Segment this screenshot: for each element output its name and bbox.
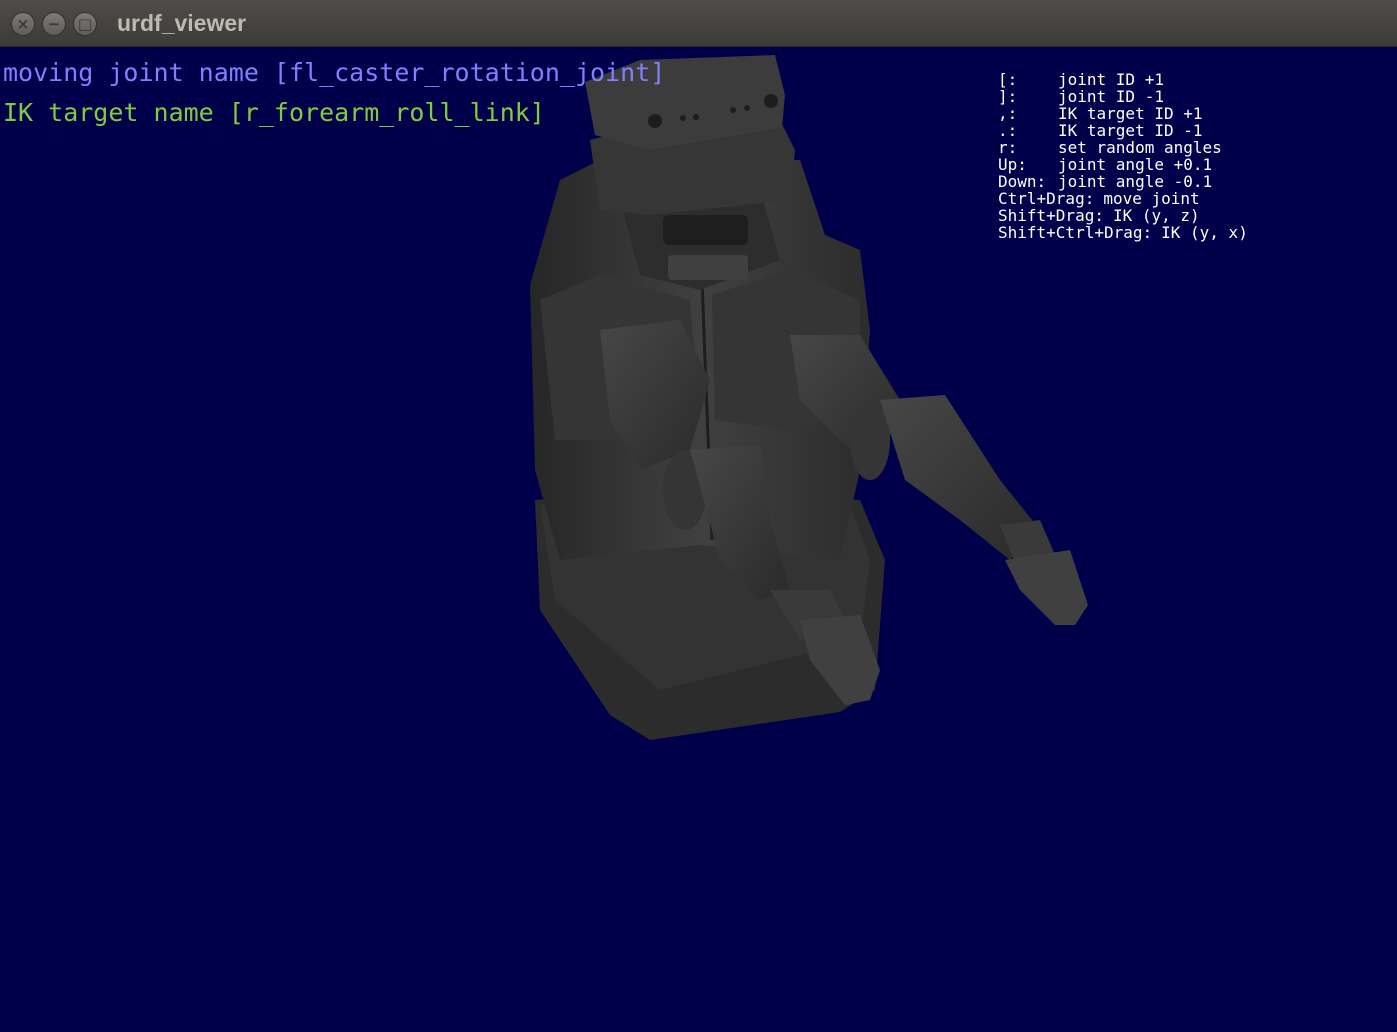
help-key: Ctrl+Drag:: [998, 189, 1095, 208]
sensor-dot: [680, 115, 686, 121]
urdf-viewer-window: × − □ urdf_viewer moving joint name [fl_…: [0, 0, 1397, 1032]
help-item: ,: IK target ID +1: [998, 105, 1248, 122]
sensor-dot: [693, 114, 699, 120]
help-desc: IK (y, x): [1161, 223, 1248, 242]
help-item: Down: joint angle -0.1: [998, 173, 1248, 190]
help-item: [: joint ID +1: [998, 71, 1248, 88]
window-title: urdf_viewer: [117, 10, 247, 36]
help-item: Up: joint angle +0.1: [998, 156, 1248, 173]
help-key: Shift+Ctrl+Drag:: [998, 223, 1153, 242]
help-item: Ctrl+Drag: move joint: [998, 190, 1248, 207]
help-item: Shift+Ctrl+Drag: IK (y, x): [998, 224, 1248, 241]
maximize-icon[interactable]: □: [73, 12, 97, 36]
help-item: ]: joint ID -1: [998, 88, 1248, 105]
help-key: Up:: [998, 155, 1027, 174]
sensor-dot: [730, 107, 736, 113]
ik-target-label: IK target name [r_forearm_roll_link]: [3, 98, 545, 127]
help-item: r: set random angles: [998, 139, 1248, 156]
help-key: .:: [998, 121, 1018, 140]
help-item: Shift+Drag: IK (y, z): [998, 207, 1248, 224]
help-key: Shift+Drag:: [998, 206, 1104, 225]
moving-joint-label: moving joint name [fl_caster_rotation_jo…: [3, 58, 666, 87]
sensor-lens: [764, 94, 778, 108]
minimize-icon[interactable]: −: [42, 12, 66, 36]
close-icon[interactable]: ×: [11, 12, 35, 36]
help-item: .: IK target ID -1: [998, 122, 1248, 139]
keyboard-help: [: joint ID +1 ]: joint ID -1 ,: IK target …: [998, 71, 1248, 241]
neck-block: [668, 255, 748, 280]
help-key: [:: [998, 70, 1018, 89]
help-key: r:: [998, 138, 1018, 157]
right-gripper: [1005, 550, 1088, 625]
neck-slot: [663, 215, 748, 245]
help-key: ,:: [998, 104, 1018, 123]
help-key: ]:: [998, 87, 1018, 106]
sensor-dot: [744, 105, 750, 111]
title-bar[interactable]: × − □ urdf_viewer: [0, 0, 1397, 47]
sensor-lens: [648, 114, 662, 128]
help-key: Down:: [998, 172, 1047, 191]
